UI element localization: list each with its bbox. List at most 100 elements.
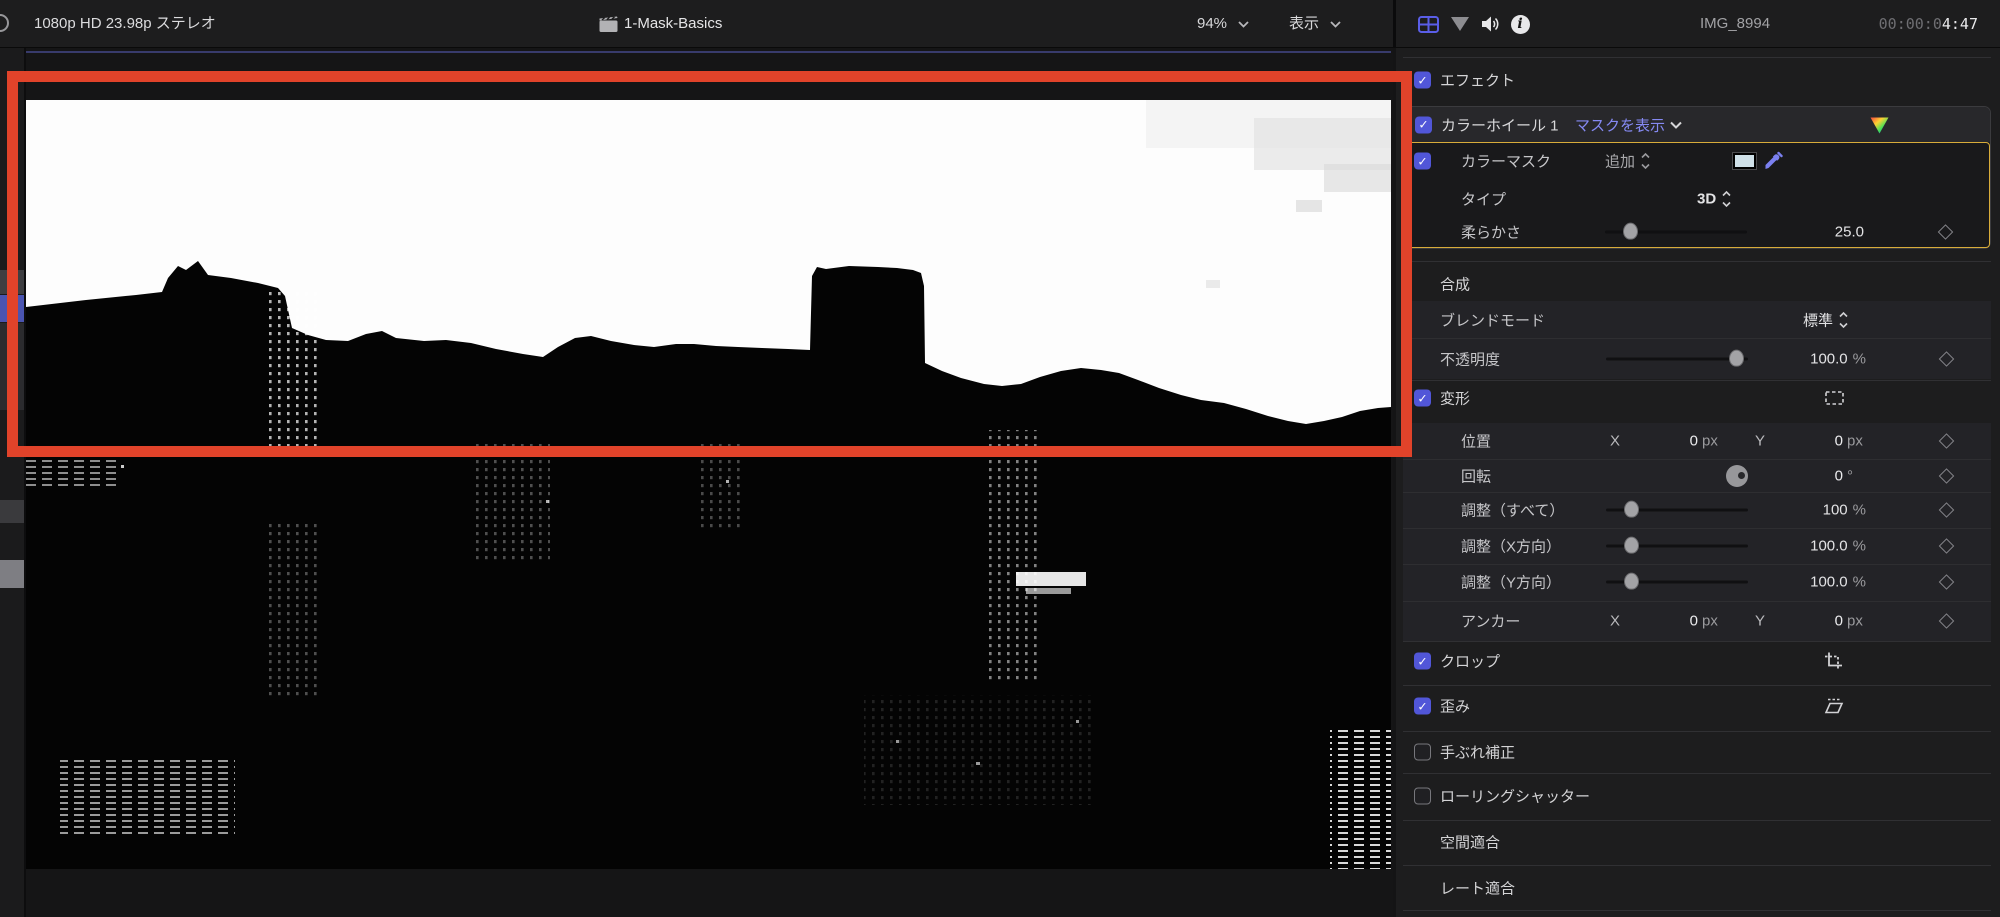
px-unit: px (1702, 612, 1718, 630)
softness-slider-thumb[interactable] (1623, 222, 1638, 240)
clapperboard-icon (596, 12, 620, 36)
viewer-top-accent (26, 51, 1391, 53)
crop-icon[interactable] (1824, 652, 1843, 671)
opacity-value[interactable]: 100.0% (1810, 350, 1866, 367)
chevron-down-icon[interactable] (1670, 121, 1682, 129)
anchor-y-field[interactable]: 0 (1773, 613, 1843, 630)
softness-value[interactable]: 25.0 (1835, 224, 1864, 241)
color-wheels-badge-icon[interactable] (1869, 115, 1890, 135)
effects-label: エフェクト (1440, 72, 1516, 90)
format-label: 1080p HD 23.98p ステレオ (34, 15, 216, 32)
chevron-down-icon (1238, 21, 1249, 28)
color-wheels-row: ✓ カラーホイール 1 マスクを表示 (1404, 107, 1990, 142)
clip-name: IMG_8994 (1700, 15, 1771, 32)
audio-inspector-icon[interactable] (1479, 12, 1503, 36)
px-unit: px (1702, 432, 1718, 450)
scale-y-label: 調整（Y方向） (1461, 574, 1562, 592)
px-unit: px (1847, 432, 1863, 450)
rotation-field[interactable]: 0 (1773, 467, 1843, 484)
mask-type-label: タイプ (1461, 191, 1507, 209)
mask-mode-select[interactable]: 追加 (1605, 151, 1650, 172)
zoom-level-dropdown[interactable]: 94% (1197, 0, 1249, 48)
transform-checkbox[interactable]: ✓ (1414, 389, 1431, 407)
crop-checkbox[interactable]: ✓ (1414, 652, 1431, 670)
annotation-highlight-rectangle (7, 71, 1412, 457)
mask-type-select[interactable]: 3D (1697, 191, 1731, 208)
eyedropper-icon[interactable] (1762, 151, 1784, 172)
stabilization-row: 手ぶれ補正 (1396, 734, 2000, 770)
effects-checkbox[interactable]: ✓ (1414, 71, 1431, 89)
compositing-header-row: 合成 (1396, 266, 2000, 302)
project-title: 1-Mask-Basics (624, 15, 723, 32)
rotation-dial[interactable] (1726, 464, 1748, 487)
info-inspector-icon[interactable]: i (1508, 12, 1532, 36)
rotation-row: 回転 0 ° (1396, 459, 2000, 492)
top-bar: 1080p HD 23.98p ステレオ 1-Mask-Basics 94% 表… (0, 0, 2000, 48)
opacity-label: 不透明度 (1440, 351, 1501, 368)
color-wheels-effect-group: ✓ カラーホイール 1 マスクを表示 ✓ カラーマスク 追加 タイプ 3D 柔ら… (1403, 106, 1991, 249)
scale-y-value[interactable]: 100.0% (1810, 574, 1866, 591)
chevron-down-icon (1330, 21, 1341, 28)
softness-row: 柔らかさ 25.0 (1405, 214, 1991, 250)
mask-overlay-icon[interactable] (1448, 12, 1472, 36)
rolling-shutter-label: ローリングシャッター (1440, 788, 1591, 806)
color-mask-checkbox[interactable]: ✓ (1414, 152, 1431, 170)
rate-conform-label: レート適合 (1440, 880, 1516, 898)
color-mask-row: ✓ カラーマスク 追加 (1405, 143, 1991, 179)
panel-divider (1393, 0, 1396, 48)
scale-x-value[interactable]: 100.0% (1810, 538, 1866, 555)
opacity-slider-thumb[interactable] (1729, 349, 1744, 367)
distort-icon[interactable] (1824, 698, 1845, 715)
distort-label: 歪み (1440, 698, 1471, 716)
transform-label: 変形 (1440, 390, 1471, 408)
transform-icon[interactable] (1824, 390, 1845, 406)
degree-unit: ° (1847, 467, 1853, 484)
rolling-shutter-checkbox[interactable] (1414, 787, 1431, 805)
crop-row: ✓ クロップ (1396, 643, 2000, 679)
anchor-x-field[interactable]: 0 (1628, 613, 1698, 630)
keyframe-diamond-icon[interactable] (1938, 502, 1955, 518)
keyframe-diamond-icon[interactable] (1938, 613, 1955, 629)
scale-all-row: 調整（すべて） 100% (1396, 492, 2000, 528)
position-y-field[interactable]: 0 (1773, 433, 1843, 450)
scale-y-slider-thumb[interactable] (1624, 572, 1639, 590)
view-masks-dropdown[interactable]: マスクを表示 (1575, 114, 1665, 135)
keyframe-diamond-icon[interactable] (1937, 224, 1954, 240)
scale-x-row: 調整（X方向） 100.0% (1396, 528, 2000, 564)
video-inspector-icon[interactable] (1416, 12, 1440, 36)
color-wheels-label: カラーホイール 1 (1441, 117, 1559, 134)
color-wheels-checkbox[interactable]: ✓ (1415, 116, 1432, 133)
stabilization-checkbox[interactable] (1414, 743, 1431, 761)
blend-mode-select[interactable]: 標準 (1803, 309, 1848, 330)
keyframe-diamond-icon[interactable] (1938, 350, 1955, 367)
stabilization-label: 手ぶれ補正 (1440, 744, 1516, 762)
x-axis-label: X (1610, 612, 1621, 630)
opacity-slider-track[interactable] (1606, 357, 1748, 360)
scale-y-row: 調整（Y方向） 100.0% (1396, 564, 2000, 600)
browser-item-edge[interactable] (0, 500, 24, 523)
rolling-shutter-row: ローリングシャッター (1396, 778, 2000, 814)
view-dropdown[interactable]: 表示 (1289, 0, 1341, 48)
scale-all-slider-thumb[interactable] (1624, 500, 1639, 518)
position-x-field[interactable]: 0 (1628, 433, 1698, 450)
x-axis-label: X (1610, 432, 1621, 450)
inspector-panel: ✓ エフェクト ✓ カラーホイール 1 マスクを表示 ✓ カラーマスク 追加 タ… (1396, 48, 2000, 917)
anchor-row: アンカー X 0 px Y 0 px (1396, 601, 2000, 641)
keyframe-diamond-icon[interactable] (1938, 467, 1955, 484)
y-axis-label: Y (1755, 612, 1766, 630)
distort-checkbox[interactable]: ✓ (1414, 697, 1431, 715)
keyframe-diamond-icon[interactable] (1938, 538, 1955, 554)
mask-color-swatch[interactable] (1732, 152, 1757, 170)
keyframe-diamond-icon[interactable] (1938, 433, 1955, 449)
rate-conform-row: レート適合 (1396, 870, 2000, 906)
scale-x-label: 調整（X方向） (1461, 538, 1562, 556)
px-unit: px (1847, 612, 1863, 630)
scale-x-slider-thumb[interactable] (1624, 536, 1639, 554)
color-mask-label: カラーマスク (1461, 153, 1552, 171)
opacity-row: 不透明度 100.0% (1396, 338, 2000, 379)
mask-type-row: タイプ 3D (1405, 181, 1991, 217)
scale-all-value[interactable]: 100% (1823, 502, 1866, 519)
keyframe-diamond-icon[interactable] (1938, 574, 1955, 590)
browser-item-edge[interactable] (0, 560, 24, 588)
search-icon[interactable] (0, 14, 9, 32)
